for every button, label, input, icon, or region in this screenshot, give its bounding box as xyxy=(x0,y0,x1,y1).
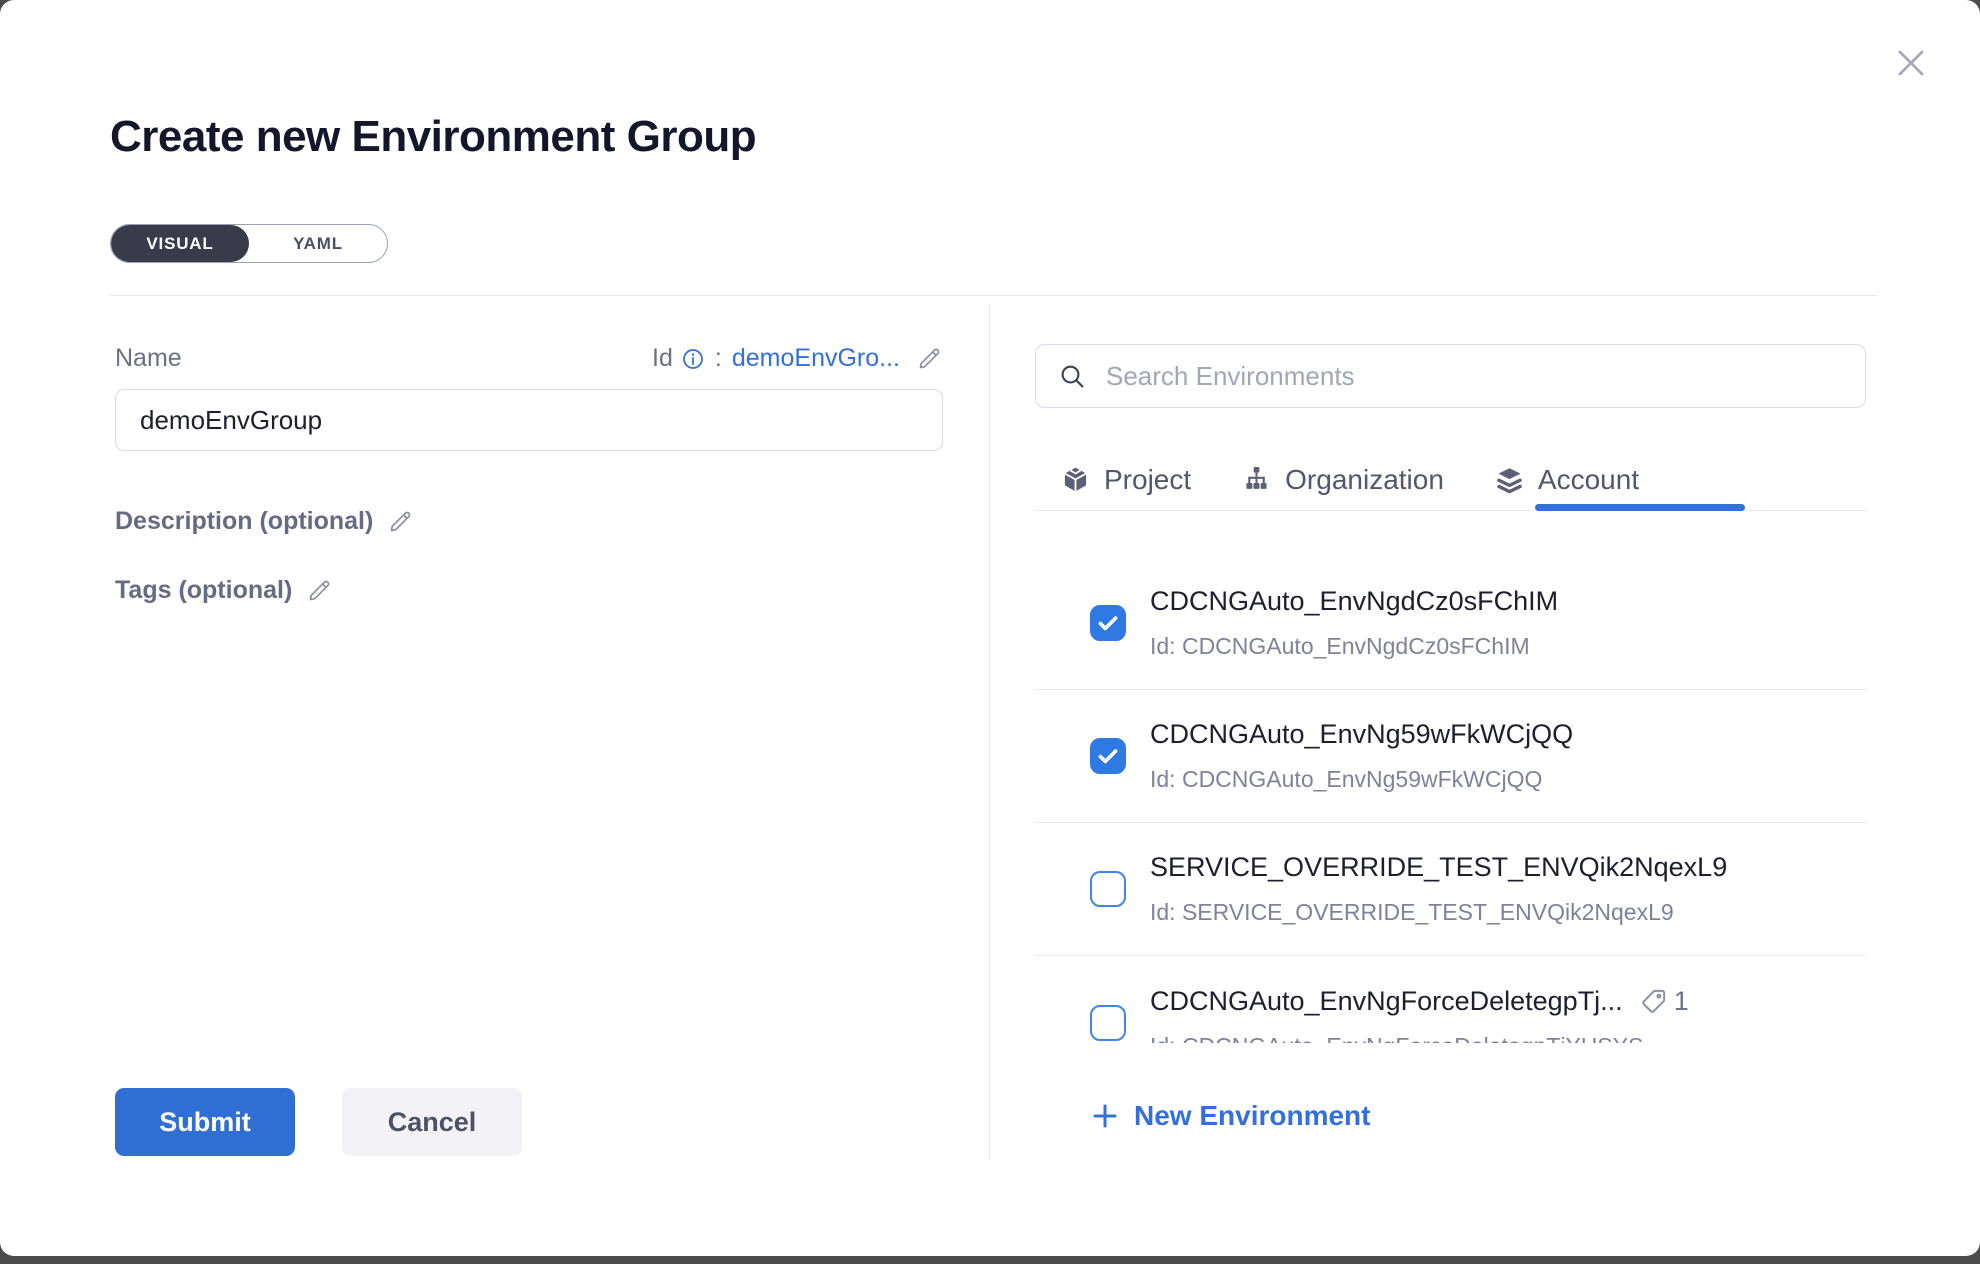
environment-row[interactable]: SERVICE_OVERRIDE_TEST_ENVQik2NqexL9 Id: … xyxy=(1035,823,1866,956)
environment-row[interactable]: CDCNGAuto_EnvNgForceDeletegpTj... 1 I xyxy=(1035,956,1866,1043)
name-label: Name xyxy=(115,344,182,373)
environment-row[interactable]: CDCNGAuto_EnvNg59wFkWCjQQ Id: CDCNGAuto_… xyxy=(1035,690,1866,823)
environment-list: CDCNGAuto_EnvNgdCz0sFChIM Id: CDCNGAuto_… xyxy=(1035,512,1866,1043)
environment-id: Id: CDCNGAuto_EnvNgForceDeletegpTjYHSYS xyxy=(1150,1033,1689,1044)
tags-label: Tags (optional) xyxy=(115,576,292,605)
panel-divider xyxy=(989,303,990,1161)
active-tab-underline xyxy=(1535,504,1745,511)
description-label: Description (optional) xyxy=(115,507,373,536)
id-label: Id xyxy=(652,344,673,373)
visual-yaml-toggle: VISUAL YAML xyxy=(110,224,388,263)
environment-checkbox[interactable] xyxy=(1090,1005,1126,1041)
submit-button[interactable]: Submit xyxy=(115,1088,295,1156)
new-environment-label: New Environment xyxy=(1134,1100,1370,1132)
org-chart-icon xyxy=(1241,465,1272,496)
id-value-link[interactable]: demoEnvGro... xyxy=(732,344,900,373)
create-environment-group-modal: Create new Environment Group VISUAL YAML… xyxy=(0,0,1980,1256)
tab-project-label: Project xyxy=(1104,464,1191,496)
environment-checkbox[interactable] xyxy=(1090,871,1126,907)
search-environments-input[interactable] xyxy=(1036,345,1865,407)
edit-description-pencil-icon[interactable] xyxy=(387,508,414,535)
toggle-yaml[interactable]: YAML xyxy=(249,225,387,262)
footer-actions: Submit Cancel xyxy=(115,1088,522,1156)
plus-icon xyxy=(1090,1101,1120,1131)
tag-icon xyxy=(1639,987,1668,1016)
form-column: Name Id : demoEnvGro... xyxy=(115,344,943,605)
search-icon xyxy=(1058,362,1088,397)
tab-account[interactable]: Account xyxy=(1494,464,1639,496)
cancel-button[interactable]: Cancel xyxy=(342,1088,522,1156)
info-icon[interactable] xyxy=(681,347,705,371)
environment-name: CDCNGAuto_EnvNg59wFkWCjQQ xyxy=(1150,719,1573,750)
tab-organization-label: Organization xyxy=(1285,464,1444,496)
new-environment-button[interactable]: New Environment xyxy=(1090,1100,1370,1132)
environment-checkbox[interactable] xyxy=(1090,738,1126,774)
tab-account-label: Account xyxy=(1538,464,1639,496)
layers-icon xyxy=(1494,465,1525,496)
search-box xyxy=(1035,344,1866,408)
header-divider xyxy=(110,295,1876,296)
cube-icon xyxy=(1060,465,1091,496)
toggle-visual[interactable]: VISUAL xyxy=(111,225,249,262)
edit-id-pencil-icon[interactable] xyxy=(916,345,943,372)
environment-name: CDCNGAuto_EnvNgdCz0sFChIM xyxy=(1150,586,1558,617)
tag-count-badge: 1 xyxy=(1639,986,1689,1017)
environment-id: Id: CDCNGAuto_EnvNgdCz0sFChIM xyxy=(1150,633,1558,660)
environment-checkbox[interactable] xyxy=(1090,605,1126,641)
environment-id: Id: CDCNGAuto_EnvNg59wFkWCjQQ xyxy=(1150,766,1573,793)
environment-row[interactable]: CDCNGAuto_EnvNgdCz0sFChIM Id: CDCNGAuto_… xyxy=(1035,557,1866,690)
name-input[interactable] xyxy=(115,389,943,451)
environment-id: Id: SERVICE_OVERRIDE_TEST_ENVQik2NqexL9 xyxy=(1150,899,1727,926)
id-colon: : xyxy=(715,344,722,373)
tab-project[interactable]: Project xyxy=(1060,464,1191,496)
tag-count: 1 xyxy=(1674,986,1689,1017)
id-row: Id : demoEnvGro... xyxy=(652,344,943,373)
edit-tags-pencil-icon[interactable] xyxy=(306,577,333,604)
page-title: Create new Environment Group xyxy=(110,112,756,162)
environment-name: CDCNGAuto_EnvNgForceDeletegpTj... xyxy=(1150,986,1623,1017)
tab-organization[interactable]: Organization xyxy=(1241,464,1444,496)
scope-tabs: Project Organization xyxy=(1035,450,1866,511)
close-icon xyxy=(1892,44,1930,82)
close-button[interactable] xyxy=(1888,40,1934,86)
environments-panel: Project Organization xyxy=(1035,344,1866,408)
environment-name: SERVICE_OVERRIDE_TEST_ENVQik2NqexL9 xyxy=(1150,852,1727,883)
